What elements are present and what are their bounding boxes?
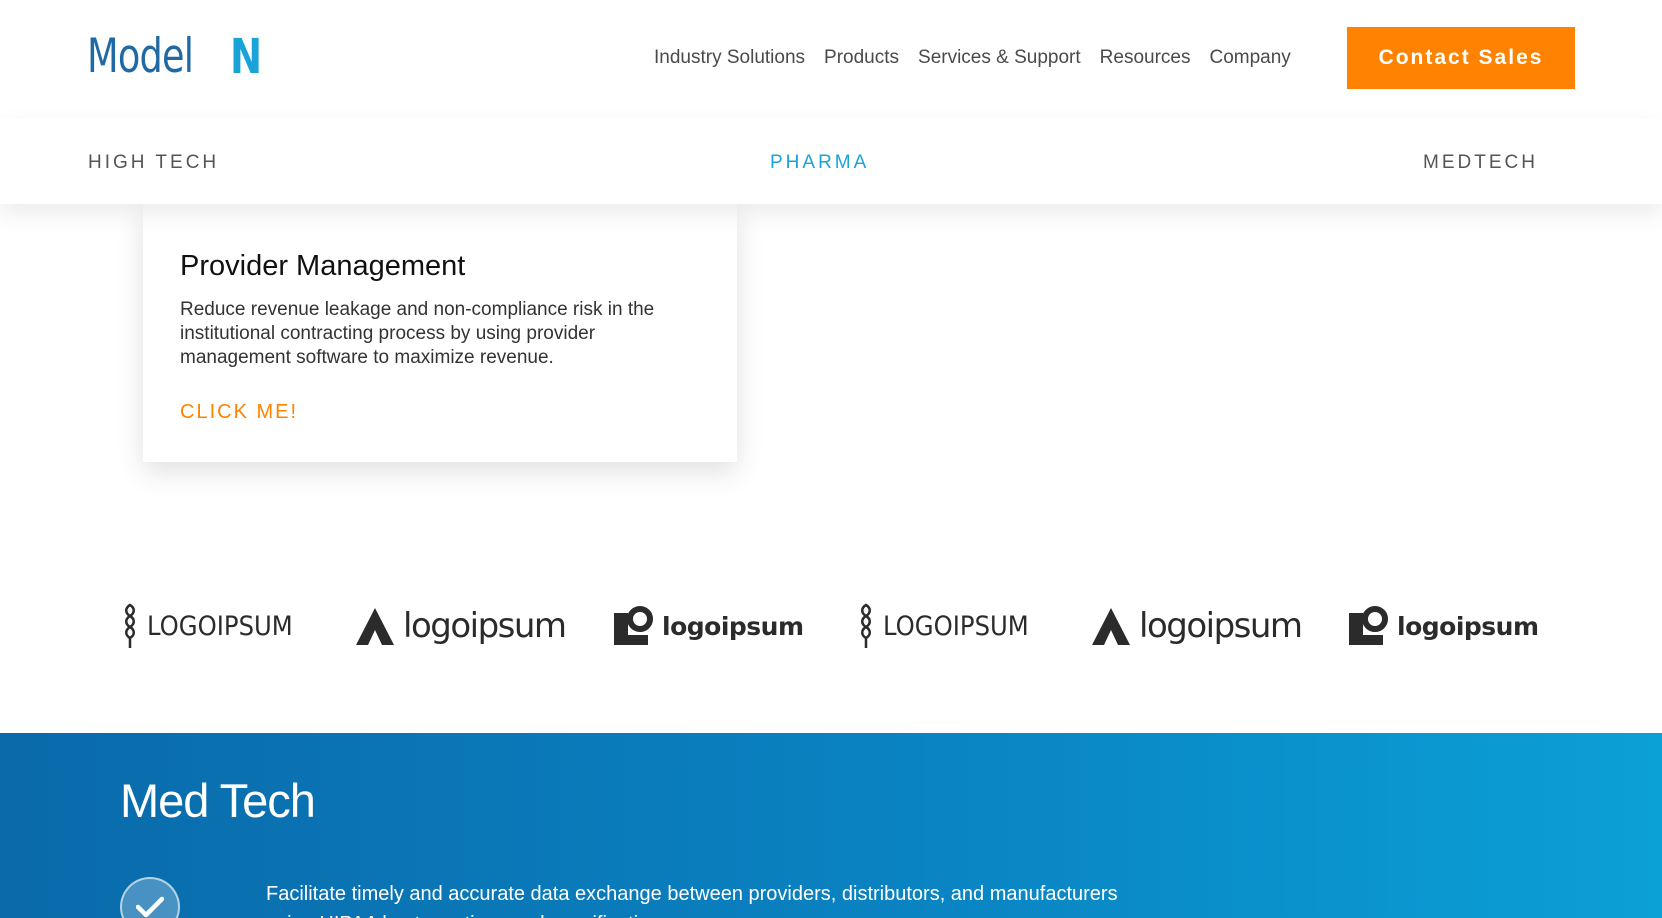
site-header: Model N Industry Solutions Products Serv… — [0, 0, 1662, 118]
partner-logo-6: logoipsum — [1347, 600, 1539, 652]
mountain-icon — [1092, 608, 1130, 645]
square-circle-icon — [1349, 606, 1388, 645]
logo-text: logoipsum — [403, 606, 567, 646]
model-n-logo[interactable]: Model N — [87, 29, 262, 84]
nav-company[interactable]: Company — [1209, 46, 1290, 70]
tab-high-tech[interactable]: HIGH TECH — [88, 152, 219, 174]
industry-tabs: HIGH TECH PHARMA MEDTECH — [0, 118, 1662, 204]
medtech-section: Med Tech Facilitate timely and accurate … — [0, 733, 1662, 918]
wheat-icon — [861, 603, 871, 648]
partner-logo-4: LOGOIPSUM — [857, 600, 1045, 652]
partner-logo-3: logoipsum — [612, 600, 804, 652]
logo-text: logoipsum — [1397, 611, 1539, 641]
card-click-me-link[interactable]: CLICK ME! — [180, 401, 298, 424]
tab-pharma[interactable]: PHARMA — [770, 152, 869, 174]
logo-text: logoipsum — [662, 611, 804, 641]
nav-industry-solutions[interactable]: Industry Solutions — [654, 46, 805, 70]
tab-medtech[interactable]: MEDTECH — [1423, 152, 1538, 174]
partner-logos: LOGOIPSUM logoipsum logoipsum LOGOIPSUM — [0, 600, 1662, 652]
main-nav: Industry Solutions Products Services & S… — [654, 46, 1310, 70]
card-title: Provider Management — [180, 250, 466, 282]
partner-logo-1: LOGOIPSUM — [121, 600, 309, 652]
contact-sales-button[interactable]: Contact Sales — [1347, 27, 1575, 89]
mountain-icon — [356, 608, 394, 645]
medtech-title: Med Tech — [120, 774, 316, 827]
nav-products[interactable]: Products — [824, 46, 899, 70]
partner-logo-2: logoipsum — [355, 600, 567, 652]
logo-text-n: N — [230, 29, 263, 85]
medtech-description: Facilitate timely and accurate data exch… — [266, 883, 1118, 918]
wheat-icon — [125, 603, 135, 648]
logo-text-model: Model — [87, 29, 194, 84]
logo-text: LOGOIPSUM — [147, 610, 293, 642]
logo-text: LOGOIPSUM — [883, 610, 1029, 642]
logo-text: logoipsum — [1139, 606, 1303, 646]
nav-services-support[interactable]: Services & Support — [918, 46, 1081, 70]
card-description: Reduce revenue leakage and non-complianc… — [180, 299, 655, 368]
check-icon — [120, 877, 180, 918]
partner-logo-5: logoipsum — [1091, 600, 1303, 652]
square-circle-icon — [614, 606, 653, 645]
nav-resources[interactable]: Resources — [1100, 46, 1191, 70]
provider-management-card: Provider Management Reduce revenue leaka… — [143, 204, 737, 462]
